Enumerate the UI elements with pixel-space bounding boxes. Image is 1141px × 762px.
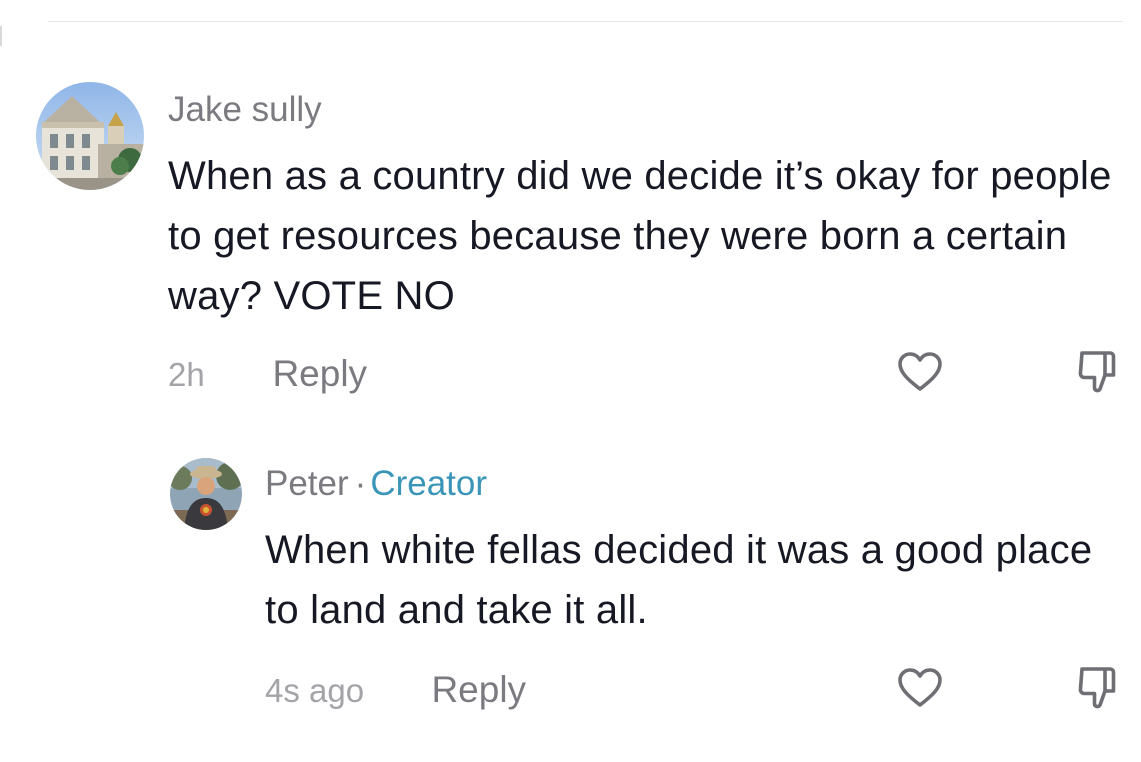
reply-button[interactable]: Reply [272,354,367,394]
username[interactable]: Jake sully [168,90,322,129]
comment-time: 4s ago [265,672,365,709]
comment-text: When white fellas decided it was a good … [265,528,1093,632]
separator-dot: · [354,464,367,503]
username-row: Peter · Creator [265,464,487,504]
thumbs-down-icon [1078,667,1116,709]
user-avatar[interactable] [170,458,242,530]
dislike-button[interactable] [1072,346,1124,398]
heart-outline-icon [898,352,942,391]
reply-button[interactable]: Reply [431,670,526,710]
comment-item: Jake sully When as a country did we deci… [0,0,1141,420]
building-photo-icon [36,82,144,190]
comment-meta: 2h Reply [168,354,367,395]
reply-comment-item: Peter · Creator When white fellas decided … [0,420,1141,762]
heart-outline-icon [898,668,942,707]
creator-badge: Creator [370,464,488,503]
user-avatar[interactable] [36,82,144,190]
like-button[interactable] [894,346,946,398]
dislike-button[interactable] [1072,662,1124,714]
person-photo-icon [170,458,242,530]
username[interactable]: Peter [265,464,349,503]
like-button[interactable] [894,662,946,714]
username-row: Jake sully [168,90,322,130]
thumbs-down-icon [1078,351,1116,393]
comment-time: 2h [168,356,205,393]
comment-text: When as a country did we decide it’s oka… [168,154,1112,318]
comment-meta: 4s ago Reply [265,670,526,711]
